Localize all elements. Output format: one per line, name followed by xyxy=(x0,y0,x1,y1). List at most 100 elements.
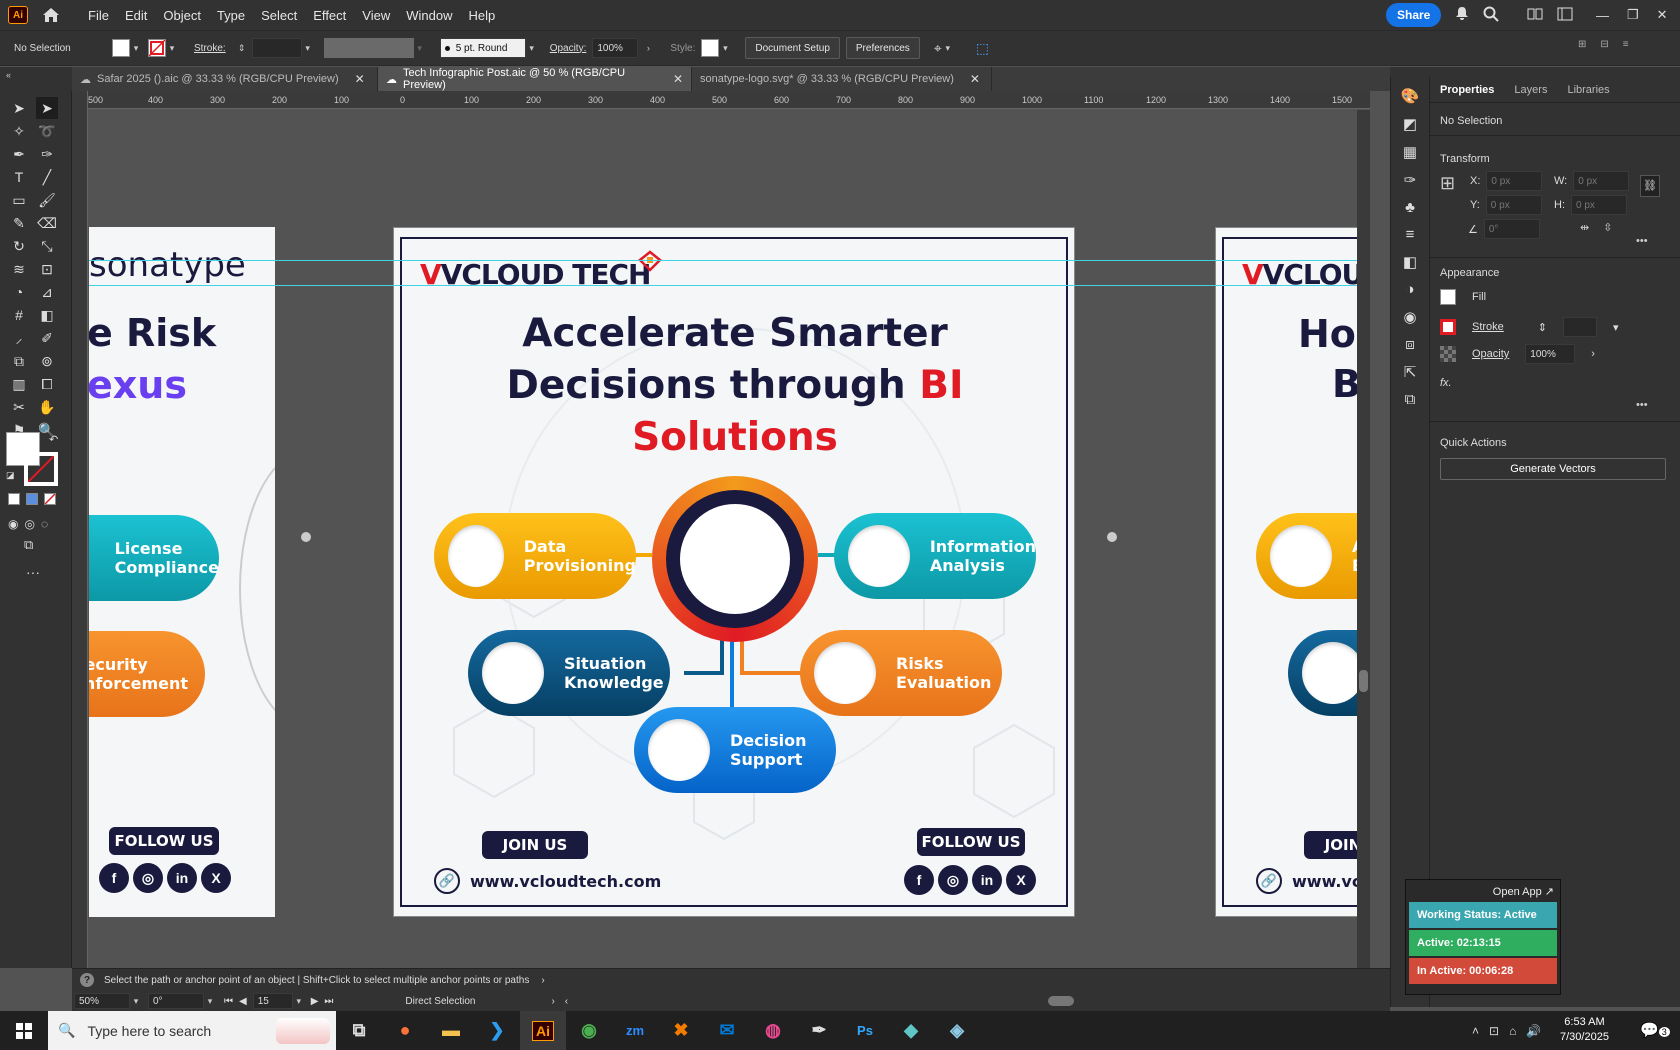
brush-definition[interactable]: 5 pt. Round xyxy=(439,38,526,58)
scale-tool-icon[interactable]: ⤡ xyxy=(36,235,58,257)
color-panel-icon[interactable]: 🎨 xyxy=(1401,87,1420,105)
open-app-link[interactable]: Open App ↗ xyxy=(1406,880,1560,898)
network-icon[interactable]: ⌂ xyxy=(1509,1024,1516,1038)
none-mode-icon[interactable] xyxy=(44,493,56,505)
chevron-right-icon[interactable]: › xyxy=(642,42,654,54)
more-options-icon[interactable]: ••• xyxy=(1636,399,1648,411)
pen-app-icon[interactable]: ✒ xyxy=(796,1011,842,1050)
scroll-left-icon[interactable]: ‹ xyxy=(565,996,568,1007)
task-view-icon[interactable]: ⧉ xyxy=(336,1011,382,1050)
stepper-icon[interactable]: ⇕ xyxy=(1538,321,1547,334)
xampp-icon[interactable]: ✖ xyxy=(658,1011,704,1050)
y-input[interactable]: 0 px xyxy=(1485,195,1542,215)
more-options-icon[interactable]: ••• xyxy=(1636,235,1648,247)
transform-icon[interactable]: ⌖ xyxy=(934,40,942,57)
fill-swatch[interactable] xyxy=(112,39,130,57)
draw-inside-icon[interactable]: ◌ xyxy=(41,517,48,531)
recolor-icon[interactable]: ⬚ xyxy=(976,40,989,57)
column-graph-icon[interactable]: ▥ xyxy=(8,373,30,395)
export-icon[interactable]: ⇱ xyxy=(1404,363,1417,381)
eraser-icon[interactable]: ⌫ xyxy=(36,212,58,234)
opacity-label[interactable]: Opacity: xyxy=(550,43,587,54)
gradient-tool-icon[interactable]: ◧ xyxy=(36,304,58,326)
zoom-input[interactable]: 50% xyxy=(74,993,130,1009)
rectangle-tool-icon[interactable]: ▭ xyxy=(8,189,30,211)
menu-file[interactable]: File xyxy=(80,8,117,23)
swatches-icon[interactable]: ▦ xyxy=(1403,143,1417,161)
scroll-thumb[interactable] xyxy=(1359,670,1368,692)
app-diamond-icon[interactable]: ◆ xyxy=(888,1011,934,1050)
shaper-tool-icon[interactable]: ✎ xyxy=(8,212,30,234)
illustrator-taskbar-icon[interactable]: Ai xyxy=(520,1011,566,1050)
lasso-icon[interactable]: ➰ xyxy=(36,120,58,142)
vscode-icon[interactable]: ❯ xyxy=(474,1011,520,1050)
artboard-number-input[interactable]: 15 xyxy=(252,993,293,1009)
stroke-label[interactable]: Stroke xyxy=(1472,321,1504,333)
chevron-down-icon[interactable]: ▾ xyxy=(414,42,426,54)
volume-icon[interactable]: 🔊 xyxy=(1526,1024,1541,1038)
opacity-label[interactable]: Opacity xyxy=(1472,348,1509,360)
preferences-button[interactable]: Preferences xyxy=(845,37,920,59)
search-icon[interactable] xyxy=(1483,6,1500,25)
minimize-icon[interactable]: — xyxy=(1596,8,1609,23)
paintbrush-icon[interactable]: 🖌 xyxy=(36,189,58,211)
draw-behind-icon[interactable]: ◎ xyxy=(24,517,34,531)
artboards-icon[interactable]: ⧉ xyxy=(1405,391,1416,408)
chevron-down-icon[interactable]: ▾ xyxy=(942,42,954,54)
stroke-swatch[interactable] xyxy=(1440,319,1456,335)
canvas[interactable]: sonatype e Risk exus License Compliance … xyxy=(89,110,1370,968)
close-tab-icon[interactable]: ✕ xyxy=(355,72,365,86)
variable-width-profile[interactable] xyxy=(323,38,414,58)
hand-tool-icon[interactable]: ✋ xyxy=(36,396,58,418)
h-input[interactable]: 0 px xyxy=(1571,195,1627,215)
curvature-tool-icon[interactable]: ✑ xyxy=(36,143,58,165)
swap-colors-icon[interactable]: ↶ xyxy=(49,433,58,446)
notifications-icon[interactable]: 💬 3 xyxy=(1640,1021,1670,1039)
app-notepad-icon[interactable]: ◈ xyxy=(934,1011,980,1050)
artboard-left[interactable]: sonatype e Risk exus License Compliance … xyxy=(89,227,275,917)
flip-horizontal-icon[interactable]: ⇹ xyxy=(1580,221,1589,234)
taskbar-search[interactable]: 🔍 Type here to search xyxy=(48,1011,336,1050)
blend-tool-icon[interactable]: ⧉ xyxy=(8,350,30,372)
fx-button[interactable]: fx. xyxy=(1440,377,1452,389)
direct-selection-tool-icon[interactable]: ➤ xyxy=(36,97,58,119)
magic-wand-icon[interactable]: ✧ xyxy=(8,120,30,142)
artboard-main[interactable]: VVCLOUD TECH Accelerate Smarter Decision… xyxy=(393,227,1075,917)
zoom-app-icon[interactable]: zm xyxy=(612,1011,658,1050)
perspective-grid-icon[interactable]: ⊿ xyxy=(36,281,58,303)
appearance-icon[interactable]: ◉ xyxy=(1403,308,1416,326)
menu-object[interactable]: Object xyxy=(155,8,209,23)
chevron-down-icon[interactable]: ▾ xyxy=(130,42,142,54)
chevron-down-icon[interactable]: ▾ xyxy=(166,42,178,54)
flip-vertical-icon[interactable]: ⇳ xyxy=(1603,221,1612,234)
chevron-down-icon[interactable]: ▾ xyxy=(302,42,314,54)
brushes-icon[interactable]: ✑ xyxy=(1404,171,1417,189)
fill-swatch[interactable] xyxy=(1440,289,1456,305)
chevron-down-icon[interactable]: ▾ xyxy=(130,995,142,1007)
warp-tool-icon[interactable]: ≋ xyxy=(8,258,30,280)
share-button[interactable]: Share xyxy=(1386,3,1442,27)
file-explorer-icon[interactable]: ▬ xyxy=(428,1011,474,1050)
pen-tool-icon[interactable]: ✒ xyxy=(8,143,30,165)
chevron-down-icon[interactable]: ▾ xyxy=(1613,321,1619,334)
distribute-icon[interactable]: ⊟ xyxy=(1600,39,1608,50)
chevron-down-icon[interactable]: ▾ xyxy=(204,995,216,1007)
free-transform-icon[interactable]: ⊡ xyxy=(36,258,58,280)
stroke-weight-input[interactable] xyxy=(251,38,302,58)
guide-line[interactable] xyxy=(89,285,1370,286)
creative-cloud-icon[interactable]: ◍ xyxy=(750,1011,796,1050)
more-tools-icon[interactable]: ··· xyxy=(26,564,40,580)
next-artboard-icon[interactable]: ▶ xyxy=(311,996,319,1007)
first-artboard-icon[interactable]: ⏮ xyxy=(224,996,233,1007)
last-artboard-icon[interactable]: ⏭ xyxy=(324,996,333,1007)
x-input[interactable]: 0 px xyxy=(1486,171,1543,191)
artboard-right[interactable]: VVCLOUD TECH How Ba Auto Effic JOIN US 🔗… xyxy=(1215,227,1370,917)
guide-line[interactable] xyxy=(89,260,1370,261)
opacity-input[interactable]: 100% xyxy=(592,38,639,58)
stroke-color-box[interactable] xyxy=(24,452,58,486)
reference-point-icon[interactable]: ⊞ xyxy=(1440,173,1455,194)
workspace-icon[interactable] xyxy=(1557,7,1573,24)
chevron-down-icon[interactable]: ▾ xyxy=(719,42,731,54)
transparency-icon[interactable]: ◑ xyxy=(1405,281,1414,298)
stepper-icon[interactable]: ⇕ xyxy=(236,42,248,54)
